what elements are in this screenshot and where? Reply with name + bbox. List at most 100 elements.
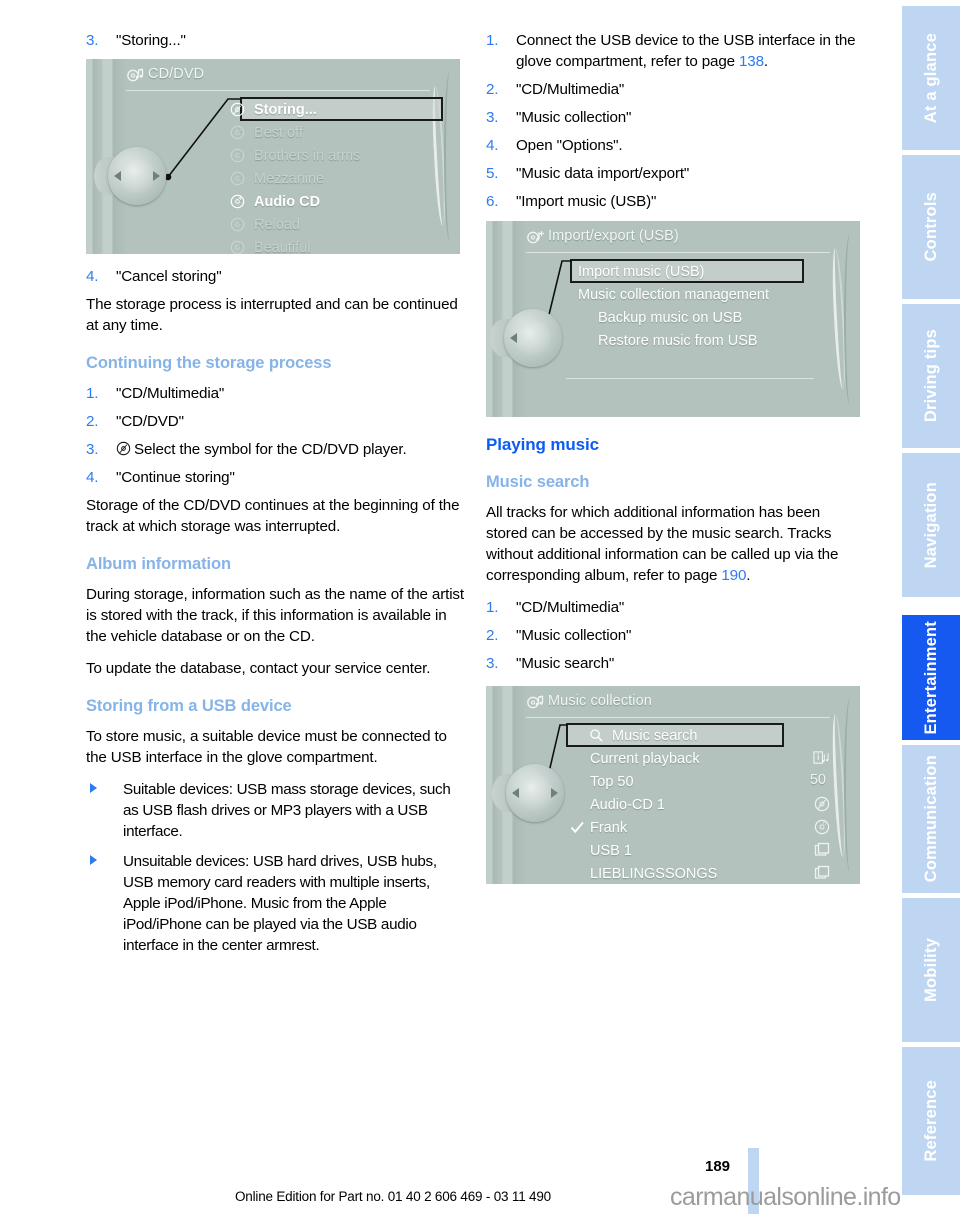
paragraph-storage-continues: Storage of the CD/DVD continues at the b… (86, 497, 460, 535)
step-list-continuing: 1. "CD/Multimedia" 2. "CD/DVD" 3. Select… (86, 383, 464, 488)
heading-continuing-storage: Continuing the storage process (86, 354, 332, 372)
list-item[interactable]: LIEBLINGSSONGS (486, 862, 860, 884)
list-item-label: Reload (254, 216, 300, 233)
sidebar-tab-label: Mobility (921, 938, 940, 1002)
paragraph-usb-store: To store music, a suitable device must b… (86, 728, 447, 766)
sidebar-tab-at-a-glance[interactable]: At a glance (902, 6, 960, 150)
sidebar-tab-mobility[interactable]: Mobility (902, 898, 960, 1042)
music-note-usb-icon (527, 231, 544, 244)
step-list-usb-import: 1. Connect the USB device to the USB int… (486, 30, 864, 212)
cd3-icon: 3 (230, 171, 245, 186)
list-item: 2. "CD/Multimedia" (486, 79, 864, 100)
list-item-label: Music collection management (578, 286, 770, 303)
sidebar-tab-controls[interactable]: Controls (902, 155, 960, 299)
sidebar-tab-navigation[interactable]: Navigation (902, 453, 960, 597)
list-item[interactable]: 6 Beautiful (86, 236, 460, 254)
bullet-list-usb-devices: Suitable devices: USB mass storage devic… (86, 779, 464, 956)
list-item-label: Storing... (254, 101, 317, 118)
manual-page: At a glance Controls Driving tips Naviga… (0, 0, 960, 1222)
list-item[interactable]: USB 1 (486, 839, 860, 862)
list-item: 1. "CD/Multimedia" (486, 597, 864, 618)
step-number: 1. (486, 32, 499, 49)
bullet-text: Suitable devices: USB mass storage devic… (123, 781, 451, 840)
triangle-bullet-icon (90, 783, 97, 793)
list-item: 2. "CD/DVD" (86, 411, 464, 432)
list-item: 6. "Import music (USB)" (486, 191, 864, 212)
list-item: 3. "Music collection" (486, 107, 864, 128)
paragraph-music-search: All tracks for which additional informat… (486, 502, 864, 586)
list-item: 4. Open "Options". (486, 135, 864, 156)
idrive-controller-knob[interactable] (492, 764, 564, 822)
list-item-label: Current playback (590, 750, 700, 767)
list-item-label: USB 1 (590, 842, 632, 859)
cd1-icon: 1 (230, 125, 245, 140)
list-item[interactable]: Storing... (86, 98, 460, 121)
step-number: 3. (86, 32, 99, 49)
list-item: 3. Select the symbol for the CD/DVD play… (86, 439, 464, 460)
list-item: 1. "CD/Multimedia" (86, 383, 464, 404)
arrow-left-icon (510, 333, 517, 343)
list-item: 2. "Music collection" (486, 625, 864, 646)
list-item: 3. "Storing..." (86, 30, 464, 51)
step-number: 4. (486, 137, 499, 154)
page-reference[interactable]: 138 (739, 53, 764, 70)
heading-music-search: Music search (486, 473, 590, 491)
screen-title: CD/DVD (148, 66, 205, 82)
list-item[interactable]: Music collection management (486, 283, 860, 306)
list-item-label: Import music (USB) (578, 263, 705, 280)
cd2-icon: 2 (230, 148, 245, 163)
sidebar-tab-driving-tips[interactable]: Driving tips (902, 304, 960, 448)
step-text-after: . (763, 53, 768, 70)
step-text: "CD/Multimedia" (516, 81, 625, 98)
step-list-storing: 3. "Storing..." (86, 30, 464, 51)
paragraph-text: All tracks for which additional informat… (486, 504, 839, 584)
idrive-controller-knob[interactable] (490, 309, 562, 367)
step-text: "CD/Multimedia" (116, 385, 225, 402)
step-text: "Music collection" (516, 109, 632, 126)
step-text: Connect the USB device to the USB interf… (516, 32, 856, 70)
step-number: 6. (486, 193, 499, 210)
list-item[interactable]: 1 Best off (86, 121, 460, 144)
sidebar-tab-reference[interactable]: Reference (902, 1047, 960, 1195)
list-item-label: Brothers in arms (254, 147, 361, 164)
knob-inner (515, 320, 551, 356)
paragraph-update-database: To update the database, contact your ser… (86, 660, 431, 677)
list-item[interactable]: Music search (486, 724, 860, 747)
list-item: Unsuitable devices: USB hard drives, USB… (86, 851, 464, 956)
page-reference[interactable]: 190 (721, 567, 746, 584)
list-item[interactable]: Import music (USB) (486, 260, 860, 283)
list-item-label: Restore music from USB (598, 332, 758, 349)
step-number: 3. (486, 109, 499, 126)
list-item-label: Music search (612, 727, 698, 744)
menu-bottom-divider (566, 378, 814, 379)
cd-icon (814, 796, 830, 812)
step-number: 3. (86, 441, 99, 458)
step-number: 4. (86, 469, 99, 486)
music-note-cd-icon (527, 695, 544, 709)
list-item[interactable]: 5 Reload (86, 213, 460, 236)
screen-title-divider (526, 717, 830, 718)
idrive-screenshot-music-collection: Music collection Music search Current pl… (486, 686, 860, 884)
sidebar-tab-communication[interactable]: Communication (902, 745, 960, 893)
idrive-controller-knob[interactable] (94, 147, 166, 205)
heading-storing-usb: Storing from a USB device (86, 697, 292, 715)
step-number: 4. (86, 268, 99, 285)
step-number: 5. (486, 165, 499, 182)
step-number: 1. (86, 385, 99, 402)
svg-text:5: 5 (238, 219, 241, 225)
triangle-bullet-icon (90, 855, 97, 865)
list-item: 1. Connect the USB device to the USB int… (486, 30, 864, 72)
folder-icon (814, 842, 830, 856)
arrow-right-icon (551, 788, 558, 798)
right-column: 1. Connect the USB device to the USB int… (486, 30, 864, 884)
step-number: 2. (86, 413, 99, 430)
step-text: "CD/Multimedia" (516, 599, 625, 616)
cd6-icon: 6 (230, 240, 245, 254)
heading-playing-music: Playing music (486, 435, 600, 454)
list-item-label: Audio-CD 1 (590, 796, 665, 813)
screen-title: Music collection (548, 693, 652, 709)
knob-inner (119, 158, 155, 194)
cd5-icon: 5 (230, 217, 245, 232)
sidebar-tab-label: Navigation (921, 481, 940, 569)
sidebar-tab-entertainment[interactable]: Entertainment (902, 615, 960, 740)
